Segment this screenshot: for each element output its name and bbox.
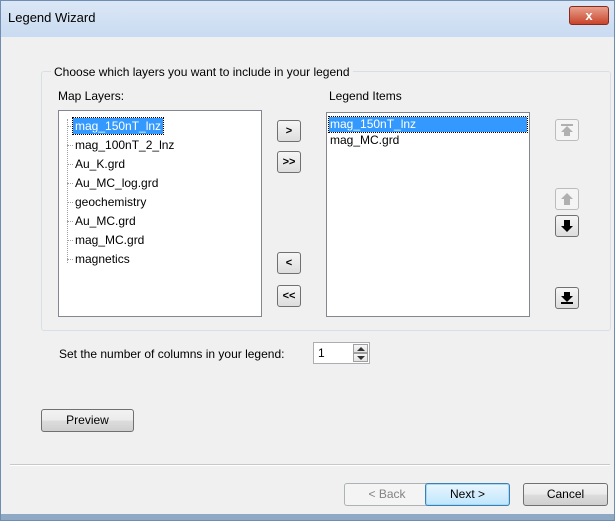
- footer-separator: [10, 464, 610, 466]
- move-to-top-button[interactable]: [555, 119, 579, 141]
- tree-item-layer[interactable]: mag_100nT_2_lnz: [73, 137, 176, 153]
- remove-all-layers-button[interactable]: <<: [277, 285, 301, 307]
- map-layers-tree[interactable]: mag_150nT_lnz mag_100nT_2_lnz Au_K.grd A…: [58, 110, 262, 317]
- columns-spinner[interactable]: 1: [313, 342, 370, 364]
- window-bottom-edge: [1, 514, 614, 520]
- remove-layer-button[interactable]: <: [277, 252, 301, 274]
- move-down-button[interactable]: [555, 215, 579, 237]
- group-caption: Choose which layers you want to include …: [51, 65, 353, 79]
- tree-item-layer[interactable]: mag_150nT_lnz: [71, 117, 165, 135]
- add-all-layers-button[interactable]: >>: [277, 151, 301, 173]
- close-icon: x: [585, 8, 593, 23]
- cancel-button[interactable]: Cancel: [523, 483, 608, 506]
- tree-item-layer[interactable]: Au_MC_log.grd: [73, 175, 160, 191]
- legend-list-item[interactable]: mag_150nT_lnz: [328, 116, 528, 133]
- legend-list-item[interactable]: mag_MC.grd: [329, 133, 527, 148]
- move-bottom-icon: [561, 292, 573, 304]
- spin-up-icon[interactable]: [353, 344, 368, 353]
- legend-wizard-window: Legend Wizard x Choose which layers you …: [0, 0, 615, 521]
- add-layer-button[interactable]: >: [277, 120, 301, 142]
- back-button[interactable]: < Back: [344, 483, 430, 506]
- columns-value[interactable]: 1: [318, 346, 325, 360]
- tree-item-layer[interactable]: magnetics: [73, 251, 132, 267]
- legend-items-list[interactable]: mag_150nT_lnz mag_MC.grd: [326, 112, 530, 317]
- tree-item-layer[interactable]: geochemistry: [73, 194, 148, 210]
- move-up-icon: [561, 193, 573, 205]
- tree-item-layer[interactable]: Au_K.grd: [73, 156, 127, 172]
- close-button[interactable]: x: [569, 6, 609, 25]
- move-top-icon: [561, 124, 573, 136]
- tree-item-layer[interactable]: mag_MC.grd: [73, 232, 146, 248]
- tree-item-layer[interactable]: Au_MC.grd: [73, 213, 138, 229]
- preview-button[interactable]: Preview: [41, 409, 134, 432]
- window-title: Legend Wizard: [8, 10, 96, 25]
- move-down-icon: [561, 220, 573, 232]
- legend-items-label: Legend Items: [329, 89, 402, 103]
- move-to-bottom-button[interactable]: [555, 287, 579, 309]
- map-layers-label: Map Layers:: [58, 89, 125, 103]
- move-up-button[interactable]: [555, 188, 579, 210]
- columns-label: Set the number of columns in your legend…: [59, 347, 285, 361]
- next-button[interactable]: Next >: [425, 483, 510, 506]
- title-bar: Legend Wizard x: [1, 1, 614, 37]
- spin-down-icon[interactable]: [353, 353, 368, 362]
- tree-connector-line: [67, 119, 68, 263]
